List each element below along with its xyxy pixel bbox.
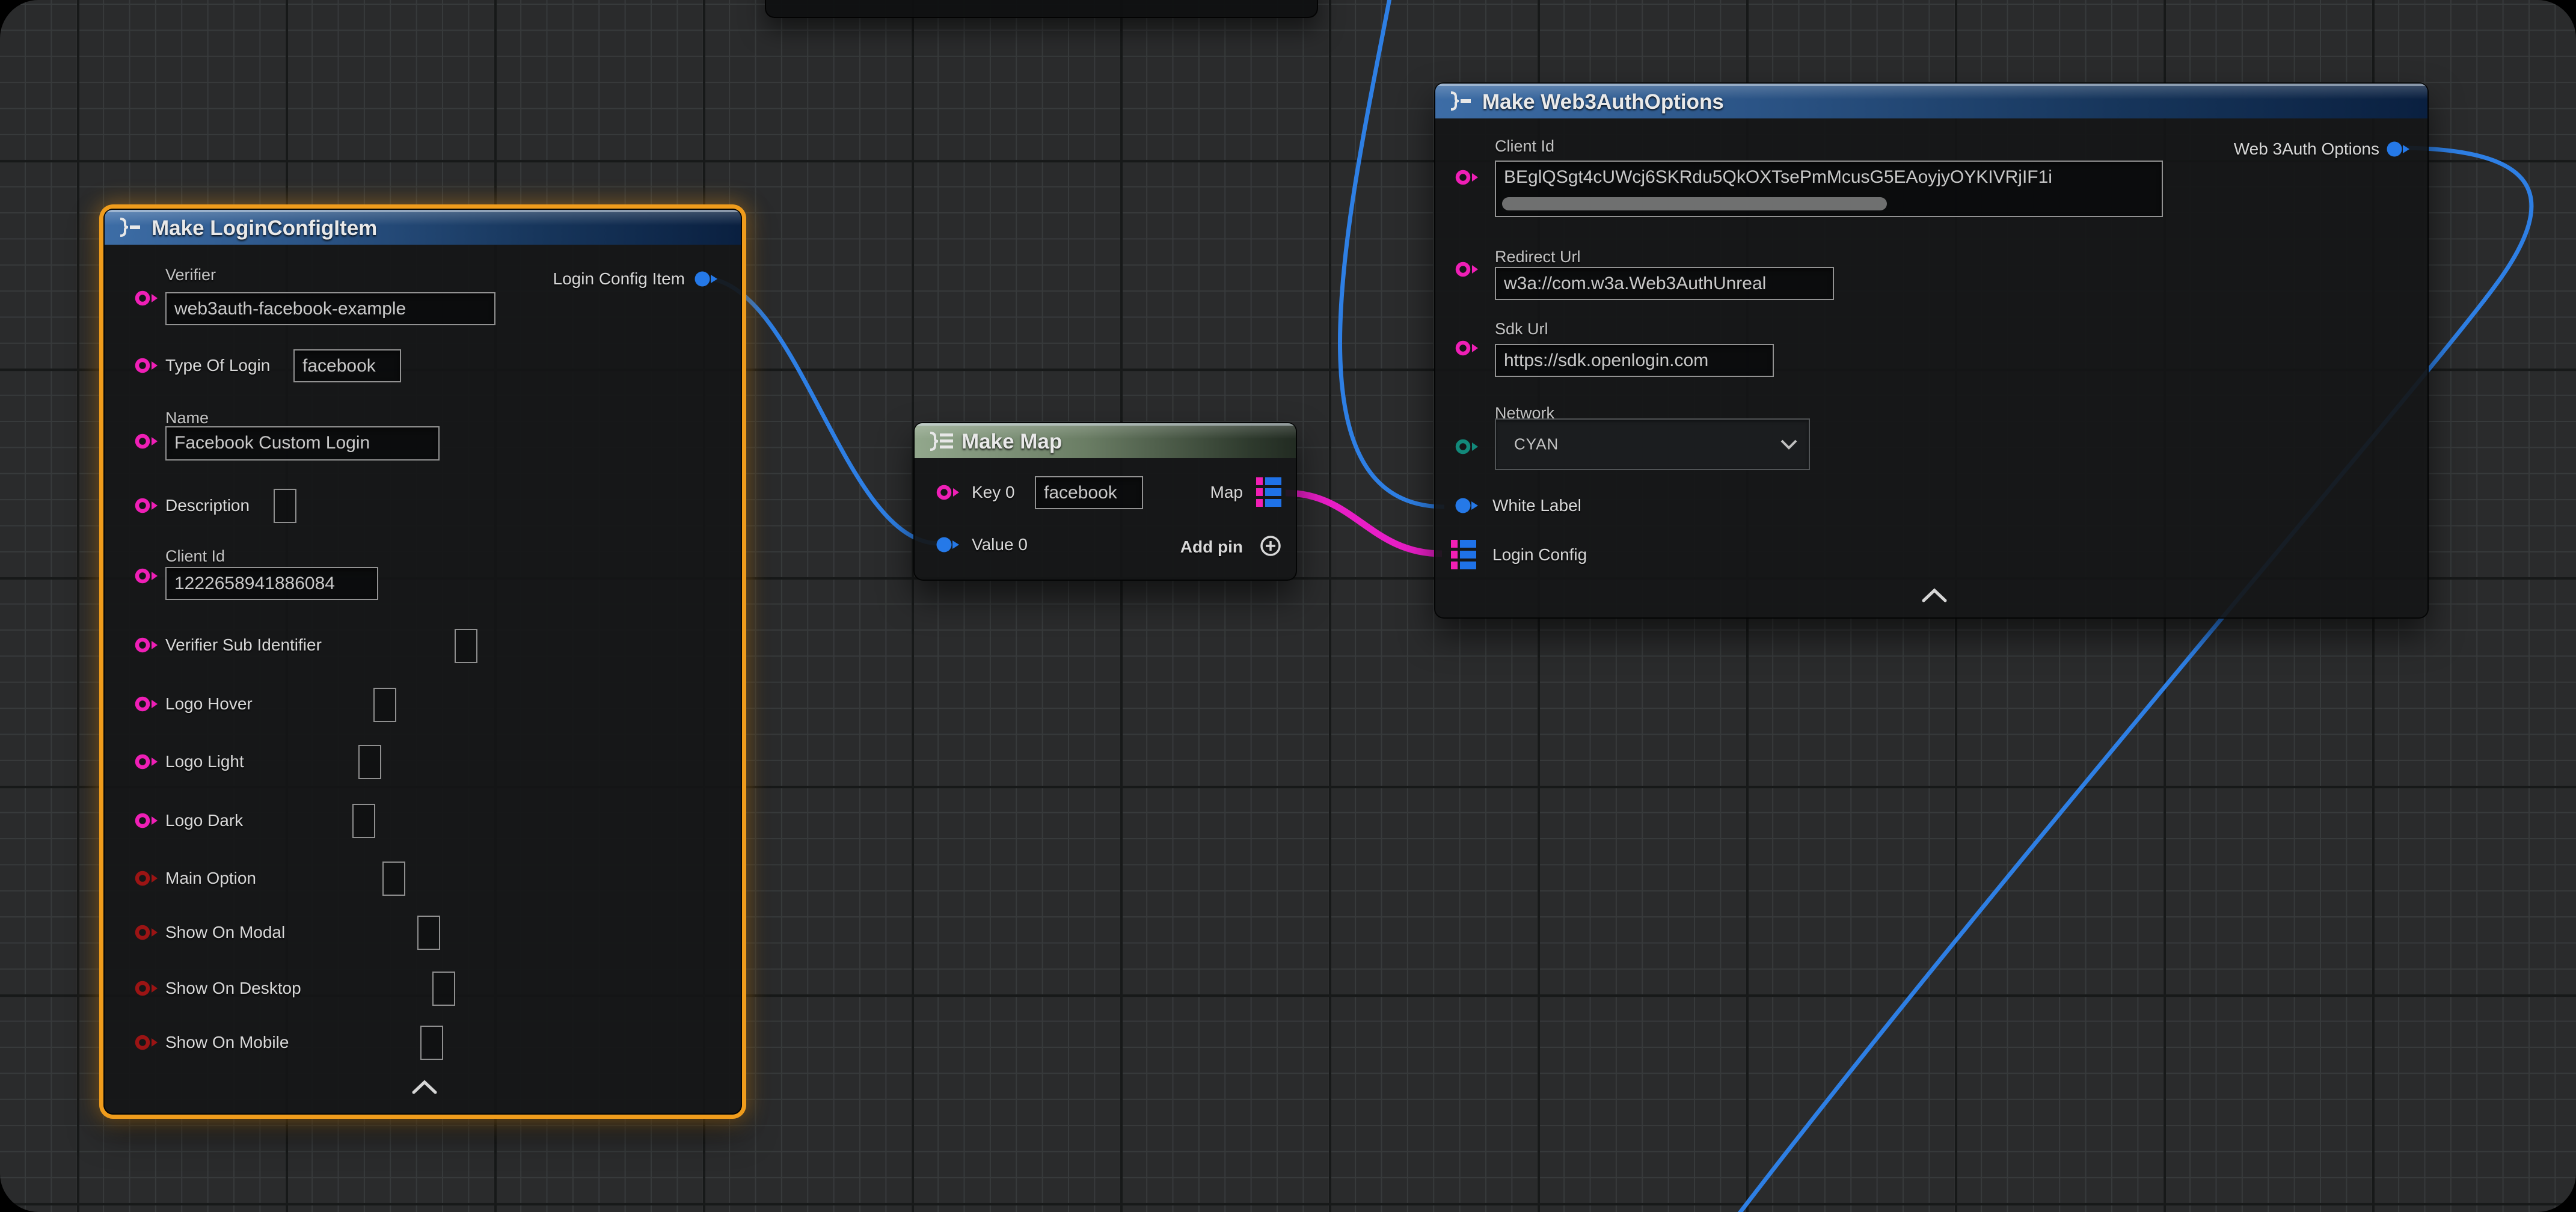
output-label-login-config-item: Login Config Item <box>553 269 685 289</box>
field-label-sdk-url: Sdk Url <box>1495 319 1548 339</box>
input-pin-logo-dark[interactable] <box>135 812 161 830</box>
output-label-map: Map <box>1210 482 1243 503</box>
node-make-map[interactable]: Make Map Key 0 facebook Map Value 0 Add … <box>913 422 1297 581</box>
network-selected-value: CYAN <box>1514 435 1559 454</box>
pin-label-white-label: White Label <box>1492 495 1581 516</box>
pin-label-show-on-modal: Show On Modal <box>165 922 285 943</box>
node-make-web3authoptions[interactable]: Make Web3AuthOptions Web 3Auth Options C… <box>1434 82 2429 619</box>
pin-label-type-of-login: Type Of Login <box>165 355 270 376</box>
field-label-verifier: Verifier <box>165 265 216 285</box>
verifier-sub-identifier-input[interactable] <box>455 629 477 663</box>
output-label-web3auth-options: Web 3Auth Options <box>2234 139 2379 159</box>
show-on-modal-input[interactable] <box>417 916 440 950</box>
pin-label-logo-light: Logo Light <box>165 751 244 772</box>
show-on-mobile-input[interactable] <box>420 1026 443 1060</box>
pin-label-main-option: Main Option <box>165 868 256 889</box>
output-pin-web3auth-options[interactable] <box>2387 140 2413 158</box>
input-pin-description[interactable] <box>135 497 161 515</box>
input-pin-sdk-url[interactable] <box>1455 339 1482 357</box>
pin-label-description: Description <box>165 495 250 516</box>
node-header-make-loginconfigitem[interactable]: Make LoginConfigItem <box>105 210 741 245</box>
make-struct-icon <box>1449 91 1475 111</box>
input-pin-client-id[interactable] <box>135 567 161 585</box>
verifier-input[interactable]: web3auth-facebook-example <box>165 292 495 325</box>
blueprint-graph-canvas[interactable]: Make LoginConfigItem Login Config Item V… <box>0 0 2576 1212</box>
pin-label-key0: Key 0 <box>972 482 1015 503</box>
input-pin-redirect-url[interactable] <box>1455 260 1482 278</box>
output-pin-login-config-item[interactable] <box>695 270 721 288</box>
node-header-make-web3authoptions[interactable]: Make Web3AuthOptions <box>1435 84 2427 118</box>
input-pin-name[interactable] <box>135 432 161 450</box>
node-header-make-map[interactable]: Make Map <box>915 423 1296 458</box>
client-id-input[interactable]: 1222658941886084 <box>165 567 378 600</box>
node-title: Make Web3AuthOptions <box>1482 90 1724 114</box>
pin-label-login-config: Login Config <box>1492 545 1587 565</box>
input-pin-logo-hover[interactable] <box>135 695 161 713</box>
input-pin-network[interactable] <box>1455 438 1482 456</box>
add-pin-label: Add pin <box>1180 537 1243 557</box>
node-title: Make LoginConfigItem <box>152 216 377 240</box>
field-label-redirect-url: Redirect Url <box>1495 247 1581 267</box>
type-of-login-input[interactable]: facebook <box>293 349 401 382</box>
field-label-name: Name <box>165 408 209 428</box>
pin-label-verifier-sub-identifier: Verifier Sub Identifier <box>165 635 322 655</box>
add-pin-button[interactable] <box>1259 534 1283 558</box>
name-input[interactable]: Facebook Custom Login <box>165 426 440 461</box>
client-id-input[interactable]: BEglQSgt4cUWcj6SKRdu5QkOXTsePmMcusG5EAoy… <box>1495 161 2163 217</box>
key0-input[interactable]: facebook <box>1035 476 1143 509</box>
main-option-input[interactable] <box>382 862 405 896</box>
network-dropdown[interactable]: CYAN <box>1495 418 1810 470</box>
show-on-desktop-input[interactable] <box>432 972 455 1006</box>
redirect-url-input[interactable]: w3a://com.w3a.Web3AuthUnreal <box>1495 267 1834 300</box>
collapse-node-button[interactable] <box>411 1079 438 1095</box>
input-pin-main-option[interactable] <box>135 869 161 887</box>
input-pin-value0[interactable] <box>936 536 963 554</box>
input-pin-show-on-mobile[interactable] <box>135 1033 161 1051</box>
field-label-client-id: Client Id <box>1495 136 1554 156</box>
input-pin-show-on-modal[interactable] <box>135 923 161 941</box>
node-make-loginconfigitem[interactable]: Make LoginConfigItem Login Config Item V… <box>103 209 742 1115</box>
chevron-down-icon <box>1780 439 1798 450</box>
make-struct-icon <box>118 218 144 237</box>
output-pin-map[interactable] <box>1255 476 1284 509</box>
client-id-scrollbar[interactable] <box>1502 197 1887 210</box>
pin-label-show-on-mobile: Show On Mobile <box>165 1032 289 1053</box>
collapse-node-button[interactable] <box>1921 587 1948 603</box>
wire-top-to-white-label[interactable] <box>1340 0 1444 507</box>
input-pin-verifier-sub-identifier[interactable] <box>135 636 161 654</box>
make-map-icon <box>928 431 955 451</box>
input-pin-login-config[interactable] <box>1450 538 1479 572</box>
offscreen-node-top[interactable] <box>765 0 1318 18</box>
pin-label-logo-dark: Logo Dark <box>165 810 243 831</box>
input-pin-type-of-login[interactable] <box>135 357 161 375</box>
field-label-client-id: Client Id <box>165 546 225 566</box>
input-pin-client-id[interactable] <box>1455 168 1482 186</box>
logo-light-input[interactable] <box>358 745 381 779</box>
input-pin-verifier[interactable] <box>135 289 161 307</box>
input-pin-key0[interactable] <box>936 483 963 501</box>
logo-dark-input[interactable] <box>352 804 375 838</box>
input-pin-show-on-desktop[interactable] <box>135 979 161 997</box>
sdk-url-input[interactable]: https://sdk.openlogin.com <box>1495 344 1774 377</box>
pin-label-show-on-desktop: Show On Desktop <box>165 978 301 999</box>
pin-label-logo-hover: Logo Hover <box>165 694 253 714</box>
pin-label-value0: Value 0 <box>972 534 1028 555</box>
logo-hover-input[interactable] <box>373 688 396 722</box>
input-pin-white-label[interactable] <box>1455 497 1482 515</box>
input-pin-logo-light[interactable] <box>135 753 161 771</box>
node-title: Make Map <box>961 430 1062 454</box>
description-input[interactable] <box>274 489 296 523</box>
client-id-text: BEglQSgt4cUWcj6SKRdu5QkOXTsePmMcusG5EAoy… <box>1504 167 2052 187</box>
